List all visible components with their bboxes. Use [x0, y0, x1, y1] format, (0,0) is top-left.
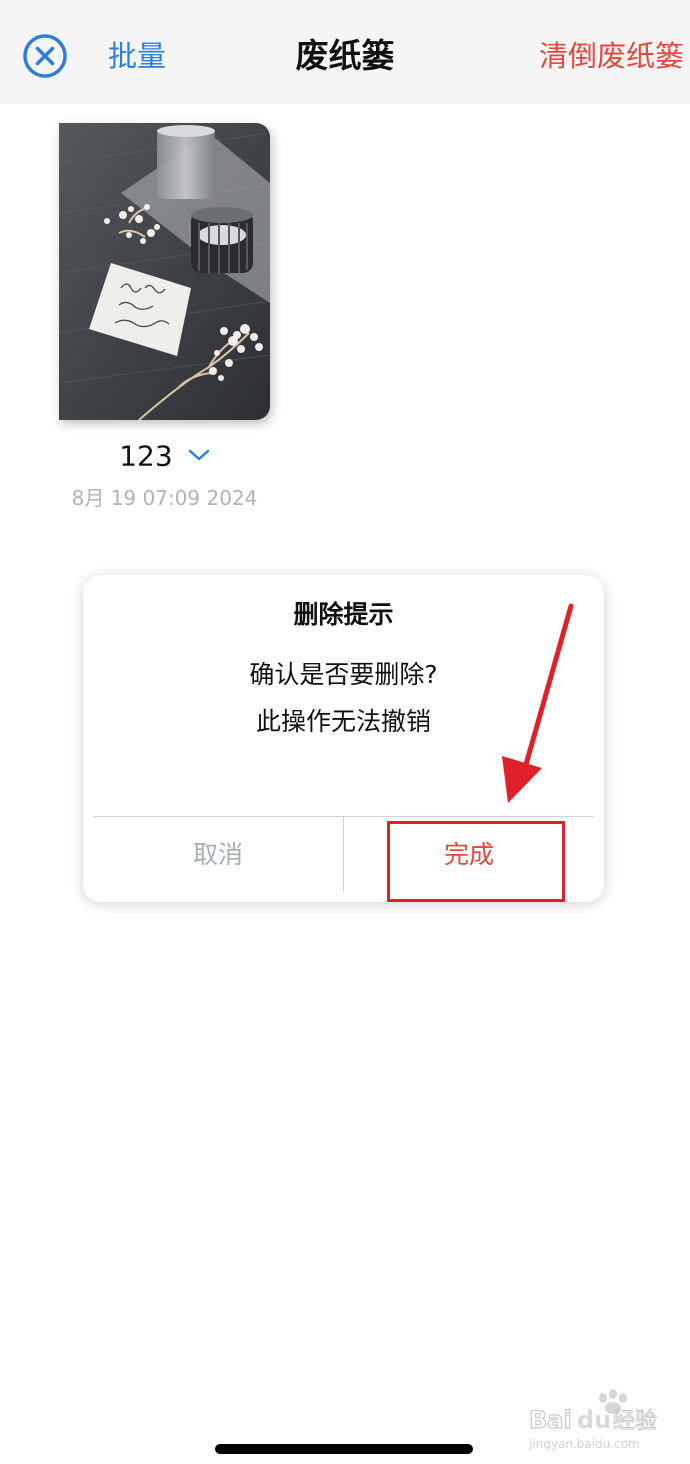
svg-text:经验: 经验: [613, 1409, 657, 1434]
album-selector[interactable]: 123: [59, 436, 270, 477]
close-button[interactable]: [22, 33, 68, 79]
home-indicator: [215, 1444, 473, 1454]
svg-text:jingyan.baidu.com: jingyan.baidu.com: [528, 1437, 640, 1451]
confirm-button[interactable]: 完成: [344, 817, 594, 892]
cancel-button[interactable]: 取消: [93, 817, 343, 892]
svg-text:du: du: [577, 1406, 611, 1434]
dialog-message-line1: 确认是否要删除?: [249, 660, 438, 689]
dialog-title: 删除提示: [293, 600, 394, 629]
batch-button[interactable]: 批量: [108, 36, 166, 76]
photo-image: [59, 123, 270, 420]
album-name: 123: [119, 439, 173, 473]
photo-thumbnail[interactable]: [59, 123, 270, 420]
svg-text:Bai: Bai: [529, 1406, 572, 1434]
navigation-bar: 批量 废纸篓 清倒废纸篓: [0, 0, 690, 104]
empty-trash-button[interactable]: 清倒废纸篓: [539, 36, 684, 76]
chevron-down-icon: [188, 437, 210, 477]
photo-date: 8月 19 07:09 2024: [71, 486, 258, 510]
baidu-watermark-logo: Bai du 经验 jingyan.baidu.com: [528, 1389, 658, 1451]
delete-confirm-dialog: 删除提示 确认是否要删除? 此操作无法撤销 取消 完成: [83, 575, 604, 902]
close-circle-icon: [23, 34, 67, 78]
dialog-message-line2: 此操作无法撤销: [255, 707, 431, 736]
